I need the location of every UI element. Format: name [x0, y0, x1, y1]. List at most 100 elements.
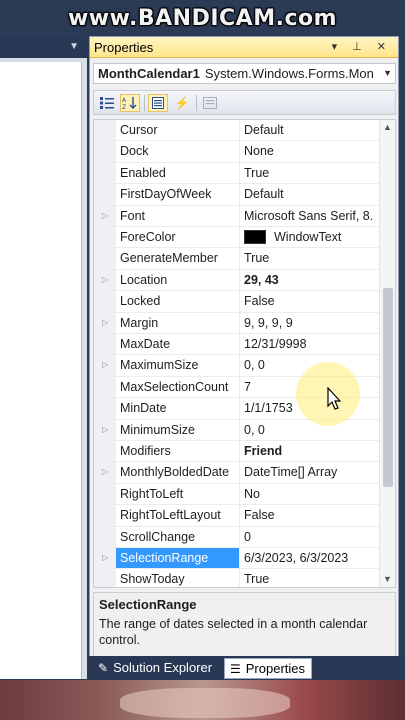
scroll-up-icon[interactable]: ▲ [383, 122, 392, 132]
property-name[interactable]: Dock [116, 141, 240, 162]
property-row[interactable]: Enabled True [94, 162, 381, 185]
designer-surface[interactable] [0, 62, 82, 679]
property-name[interactable]: RightToLeftLayout [116, 505, 240, 526]
property-row[interactable]: ShowToday True [94, 569, 381, 587]
property-pages-icon [200, 94, 220, 112]
property-value[interactable]: No [241, 484, 381, 504]
property-value-text: 0, 0 [244, 358, 265, 373]
property-name[interactable]: RightToLeft [116, 483, 240, 505]
property-name[interactable]: Cursor [116, 120, 240, 141]
property-value[interactable]: 9, 9, 9, 9 [241, 313, 381, 333]
property-value[interactable]: 6/3/2023, 6/3/2023 [241, 548, 381, 568]
property-value[interactable]: True [241, 248, 381, 268]
chevron-down-icon[interactable]: ▼ [69, 41, 79, 52]
property-row[interactable]: Modifiers Friend [94, 441, 381, 463]
property-name[interactable]: Enabled [116, 162, 240, 184]
property-description-pane: SelectionRange The range of dates select… [93, 592, 396, 662]
object-name: MonthCalendar1 [98, 66, 200, 81]
editor-pane: ▼ [0, 36, 87, 679]
property-row[interactable]: ▷ Font Microsoft Sans Serif, 8. [94, 205, 381, 227]
property-value[interactable]: False [241, 505, 381, 525]
property-name[interactable]: MinimumSize [116, 419, 240, 440]
property-row[interactable]: RightToLeft No [94, 483, 381, 506]
properties-icon[interactable] [148, 94, 168, 112]
property-value[interactable]: DateTime[] Array [241, 462, 381, 482]
expand-arrow-icon[interactable]: ▷ [102, 425, 108, 434]
property-name[interactable]: ShowToday [116, 569, 240, 587]
property-name[interactable]: Locked [116, 291, 240, 312]
tab-label: Properties [245, 661, 306, 676]
chevron-down-icon[interactable]: ▼ [379, 64, 392, 83]
property-name[interactable]: Modifiers [116, 441, 240, 462]
tab-label: Solution Explorer [113, 660, 213, 675]
expand-arrow-icon[interactable]: ▷ [102, 275, 108, 284]
expand-arrow-icon[interactable]: ▷ [102, 211, 108, 220]
expand-arrow-icon[interactable]: ▷ [102, 467, 108, 476]
scroll-down-icon[interactable]: ▼ [383, 574, 392, 584]
property-value[interactable]: Friend [241, 441, 381, 461]
property-name[interactable]: MaxSelectionCount [116, 376, 240, 398]
property-value[interactable]: Default [241, 120, 381, 140]
property-value[interactable]: WindowText [241, 227, 381, 247]
property-name[interactable]: Margin [116, 312, 240, 333]
expand-arrow-icon[interactable]: ▷ [102, 360, 108, 369]
property-value[interactable]: 29, 43 [241, 270, 381, 290]
property-name[interactable]: GenerateMember [116, 248, 240, 269]
property-value[interactable]: None [241, 141, 381, 161]
property-value[interactable]: True [241, 163, 381, 183]
property-row[interactable]: GenerateMember True [94, 248, 381, 270]
property-row[interactable]: ▷ MonthlyBoldedDate DateTime[] Array [94, 462, 381, 484]
property-name[interactable]: SelectionRange [116, 548, 240, 569]
events-icon[interactable]: ⚡ [172, 94, 192, 112]
property-row[interactable]: ▷ Location 29, 43 [94, 269, 381, 292]
property-value[interactable]: Default [241, 184, 381, 204]
property-row[interactable]: ScrollChange 0 [94, 526, 381, 548]
categorized-icon[interactable] [97, 94, 117, 112]
alphabetical-icon[interactable]: AZ [120, 94, 140, 112]
property-row[interactable]: RightToLeftLayout False [94, 505, 381, 527]
scrollbar-thumb[interactable] [383, 288, 393, 487]
property-grid-scrollbar[interactable]: ▲ ▼ [379, 120, 395, 587]
property-name[interactable]: MaximumSize [116, 355, 240, 376]
property-row[interactable]: ForeColor WindowText [94, 227, 381, 249]
property-value-text: 0, 0 [244, 422, 265, 437]
property-value[interactable]: True [241, 569, 381, 587]
property-row[interactable]: Dock None [94, 141, 381, 163]
property-value[interactable]: 0 [241, 527, 381, 547]
property-value-text: 29, 43 [244, 272, 279, 287]
property-value-text: 6/3/2023, 6/3/2023 [244, 551, 349, 565]
property-value[interactable]: 0, 0 [241, 420, 381, 440]
property-value-text: 9, 9, 9, 9 [244, 315, 293, 330]
recording-watermark: www.BANDICAM.com [67, 6, 338, 31]
property-row[interactable]: MaxDate 12/31/9998 [94, 334, 381, 356]
property-value[interactable]: 12/31/9998 [241, 334, 381, 354]
description-title: SelectionRange [99, 597, 197, 612]
property-value[interactable]: False [241, 291, 381, 311]
property-name[interactable]: Font [116, 205, 240, 226]
expand-arrow-icon[interactable]: ▷ [102, 318, 108, 327]
svg-text:Z: Z [122, 104, 126, 110]
tab-properties[interactable]: ☰ Properties [224, 658, 313, 679]
property-row[interactable]: Locked False [94, 291, 381, 313]
property-row[interactable]: Cursor Default [94, 120, 381, 142]
property-name[interactable]: MaxDate [116, 334, 240, 355]
property-value-text: False [244, 294, 275, 309]
property-grid: Cursor Default Dock None Enabled True FirstDay… [93, 119, 396, 588]
property-name[interactable]: MinDate [116, 398, 240, 419]
property-name[interactable]: Location [116, 269, 240, 291]
property-name[interactable]: FirstDayOfWeek [116, 184, 240, 205]
property-value[interactable]: Microsoft Sans Serif, 8. [241, 206, 381, 226]
property-name[interactable]: ScrollChange [116, 526, 240, 547]
window-controls[interactable]: ▾ ⊥ ✕ [332, 37, 392, 58]
property-row[interactable]: ▷ SelectionRange 6/3/2023, 6/3/2023 [94, 548, 381, 570]
property-row[interactable]: FirstDayOfWeek Default [94, 184, 381, 206]
tab-solution-explorer[interactable]: ✎ Solution Explorer [93, 658, 218, 679]
property-value-text: True [244, 251, 270, 266]
description-text: The range of dates selected in a month c… [99, 617, 368, 647]
property-name[interactable]: ForeColor [116, 227, 240, 248]
property-name[interactable]: MonthlyBoldedDate [116, 462, 240, 483]
properties-toolbar: AZ ⚡ [93, 90, 396, 115]
property-row[interactable]: ▷ Margin 9, 9, 9, 9 [94, 312, 381, 334]
expand-arrow-icon[interactable]: ▷ [102, 553, 108, 562]
object-selector-dropdown[interactable]: MonthCalendar1 System.Windows.Forms.Mon ▼ [93, 63, 396, 84]
